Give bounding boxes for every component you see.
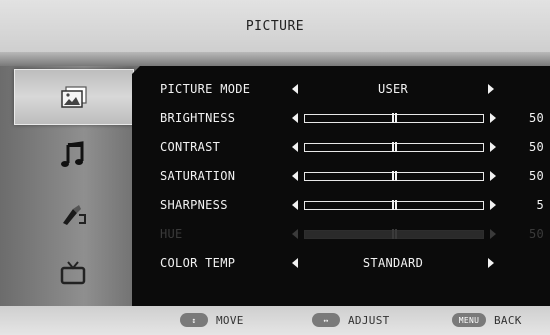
saturation-slider[interactable] [304,170,484,181]
brightness-label: BRIGHTNESS [160,111,236,125]
sharpness-slider-thumb[interactable] [392,199,397,210]
brightness-slider-thumb[interactable] [392,112,397,123]
picture-mode-value: USER [377,82,409,96]
menu-title-text: PICTURE [245,18,305,34]
updown-key-icon: ↕ [180,313,208,327]
brightness-right-arrow-icon[interactable] [490,113,496,123]
menu-title: PICTURE [0,0,550,53]
tab-sound[interactable] [14,128,132,182]
hint-back-label: BACK [494,313,522,327]
hint-move-label: MOVE [216,313,244,327]
setting-saturation[interactable]: SATURATION 50 [160,165,550,187]
setting-brightness[interactable]: BRIGHTNESS 50 [160,107,550,129]
sharpness-value: 5 [536,198,544,212]
hue-slider [304,228,484,239]
contrast-left-arrow-icon[interactable] [292,142,298,152]
saturation-slider-thumb[interactable] [392,170,397,181]
hint-back: MENU BACK [452,313,522,327]
contrast-slider-thumb[interactable] [392,141,397,152]
brightness-left-arrow-icon[interactable] [292,113,298,123]
setting-color-temp[interactable]: COLOR TEMP STANDARD [160,252,550,274]
contrast-label: CONTRAST [160,140,221,154]
setup-tools-icon [63,205,86,225]
color-temp-label: COLOR TEMP [160,256,236,270]
key-hint-bar: ↕ MOVE ↔ ADJUST MENU BACK [0,306,550,335]
saturation-value: 50 [528,169,544,183]
saturation-right-arrow-icon[interactable] [490,171,496,181]
setting-contrast[interactable]: CONTRAST 50 [160,136,550,158]
color-temp-value: STANDARD [362,256,424,270]
hue-right-arrow-icon [490,229,496,239]
color-temp-right-arrow-icon[interactable] [488,258,494,268]
hue-slider-thumb [392,228,397,239]
contrast-right-arrow-icon[interactable] [490,142,496,152]
hint-adjust-label: ADJUST [348,313,390,327]
picture-mode-label: PICTURE MODE [160,82,251,96]
music-note-icon [61,141,84,167]
sharpness-slider[interactable] [304,199,484,210]
tab-tv[interactable] [14,246,132,300]
category-sidebar [0,66,140,306]
picture-mode-right-arrow-icon[interactable] [488,84,494,94]
sharpness-label: SHARPNESS [160,198,228,212]
brightness-slider[interactable] [304,112,484,123]
tv-icon [60,261,86,285]
setting-hue: HUE 50 [160,223,550,245]
hue-label: HUE [160,227,183,241]
tab-setup[interactable] [14,187,132,241]
setting-picture-mode[interactable]: PICTURE MODE USER [160,78,550,100]
hint-adjust: ↔ ADJUST [312,313,390,327]
hue-value: 50 [528,227,544,241]
saturation-label: SATURATION [160,169,236,183]
contrast-slider[interactable] [304,141,484,152]
osd-menu-frame: PICTURE PICTURE MODE USER BRIGHTNESS 50 … [0,0,550,335]
contrast-value: 50 [528,140,544,154]
brightness-value: 50 [528,111,544,125]
setting-sharpness[interactable]: SHARPNESS 5 [160,194,550,216]
menu-key-icon: MENU [452,313,486,327]
hue-left-arrow-icon [292,229,298,239]
tab-picture[interactable] [14,69,134,125]
title-separator [0,52,550,66]
sharpness-right-arrow-icon[interactable] [490,200,496,210]
leftright-key-icon: ↔ [312,313,340,327]
picture-icon [61,86,87,108]
sharpness-left-arrow-icon[interactable] [292,200,298,210]
hint-move: ↕ MOVE [180,313,244,327]
saturation-left-arrow-icon[interactable] [292,171,298,181]
